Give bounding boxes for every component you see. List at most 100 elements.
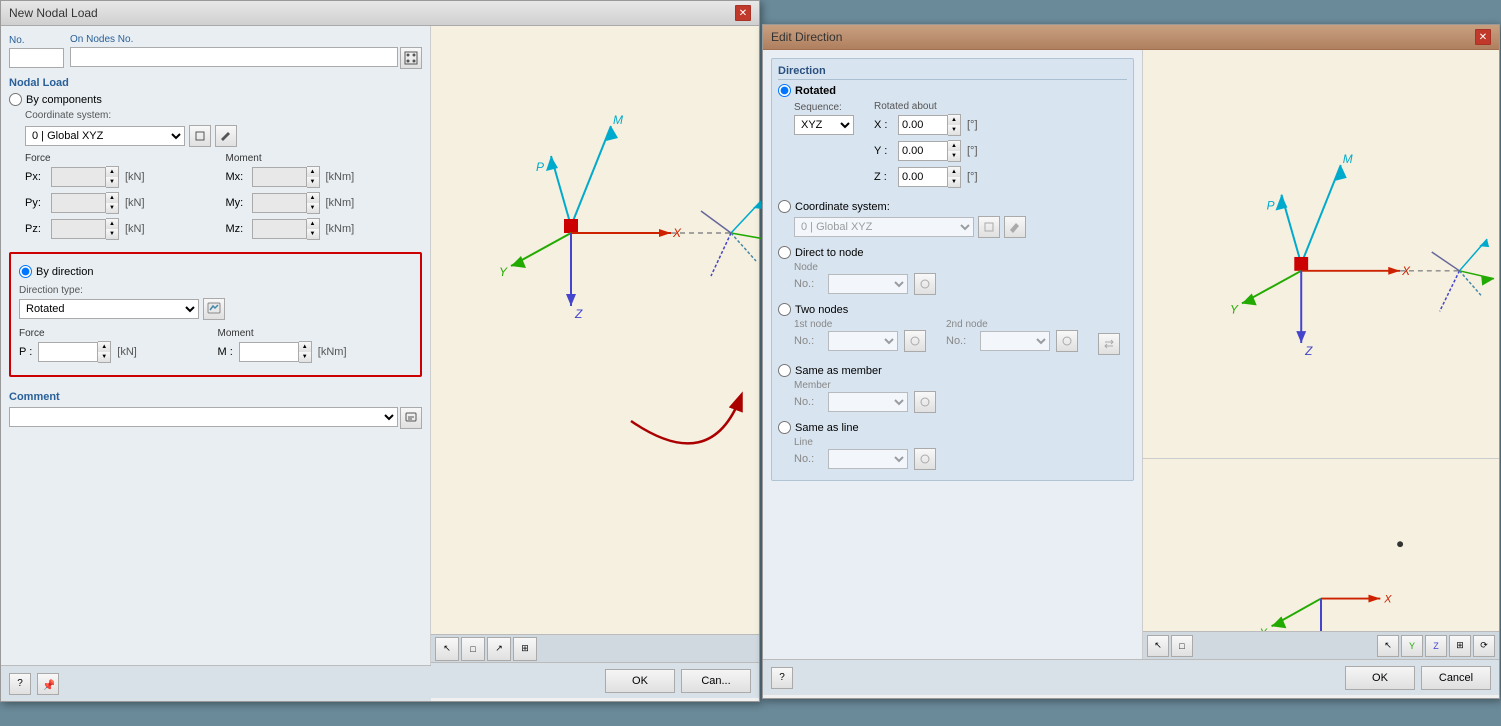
mz-down[interactable]: ▼ (307, 229, 319, 239)
dir-coord-copy-btn[interactable] (978, 216, 1000, 238)
no-input[interactable]: 8 (9, 48, 64, 68)
viz-tool-5[interactable]: ⟳ (1473, 635, 1495, 657)
px-label: Px: (25, 171, 45, 183)
x-rot-down[interactable]: ▼ (948, 125, 960, 135)
same-line-radio[interactable] (778, 421, 791, 434)
dir-coord-select[interactable]: 0 | Global XYZ (794, 217, 974, 237)
member-picker-btn[interactable] (914, 391, 936, 413)
viz-tool-3[interactable]: ↖ (1377, 635, 1399, 657)
member-no-select[interactable] (828, 392, 908, 412)
z-rot-input[interactable] (898, 167, 948, 187)
z-rot-up[interactable]: ▲ (948, 167, 960, 177)
y-rot-down[interactable]: ▼ (948, 151, 960, 161)
py-input[interactable] (51, 193, 106, 213)
comment-btn[interactable] (400, 407, 422, 429)
svg-text:X: X (1383, 594, 1392, 606)
dir-coord-edit-btn[interactable] (1004, 216, 1026, 238)
nodal-left-panel: No. 8 On Nodes No. Nodal Load B (1, 26, 431, 698)
mz-label: Mz: (226, 223, 246, 235)
first-node-select[interactable] (828, 331, 898, 351)
y-rot-up[interactable]: ▲ (948, 141, 960, 151)
mz-unit: [kNm] (326, 223, 355, 235)
node-no-select[interactable] (828, 274, 908, 294)
same-member-radio[interactable] (778, 364, 791, 377)
p-up[interactable]: ▲ (98, 342, 110, 352)
second-no-label: No.: (946, 335, 974, 347)
mx-up[interactable]: ▲ (307, 167, 319, 177)
viz-tool-1[interactable]: ↖ (1147, 635, 1169, 657)
z-rot-label: Z : (874, 171, 892, 183)
m-input[interactable]: 0.000 (239, 342, 299, 362)
x-rot-input[interactable] (898, 115, 948, 135)
canvas-tool-1[interactable]: ↖ (435, 637, 459, 661)
direction-type-edit-btn[interactable] (203, 298, 225, 320)
pin-btn-nodal[interactable]: 📌 (37, 673, 59, 695)
direction-section-title: Direction (778, 65, 1127, 80)
by-components-radio[interactable] (9, 93, 22, 106)
two-nodes-radio[interactable] (778, 303, 791, 316)
my-input[interactable] (252, 193, 307, 213)
mx-input[interactable] (252, 167, 307, 187)
viz-tool-4[interactable]: ⊞ (1449, 635, 1471, 657)
edit-dir-cancel-btn[interactable]: Cancel (1421, 666, 1491, 690)
rotated-radio[interactable] (778, 84, 791, 97)
two-nodes-label: Two nodes (795, 304, 848, 316)
pz-input[interactable] (51, 219, 106, 239)
m-up[interactable]: ▲ (299, 342, 311, 352)
help-btn-nodal[interactable]: ? (9, 673, 31, 695)
nodes-picker-btn[interactable] (400, 47, 422, 69)
p-down[interactable]: ▼ (98, 352, 110, 362)
px-input[interactable] (51, 167, 106, 187)
coord-copy-btn[interactable] (189, 125, 211, 147)
by-direction-radio[interactable] (19, 265, 32, 278)
z-rot-down[interactable]: ▼ (948, 177, 960, 187)
mx-unit: [kNm] (326, 171, 355, 183)
px-up[interactable]: ▲ (106, 167, 118, 177)
member-section-label: Member (794, 380, 1127, 391)
mx-down[interactable]: ▼ (307, 177, 319, 187)
direct-node-radio[interactable] (778, 246, 791, 259)
second-node-select[interactable] (980, 331, 1050, 351)
canvas-tool-2[interactable]: □ (461, 637, 485, 661)
coord-sys-radio[interactable] (778, 200, 791, 213)
m-down[interactable]: ▼ (299, 352, 311, 362)
px-down[interactable]: ▼ (106, 177, 118, 187)
comment-select[interactable] (9, 407, 398, 427)
sequence-select[interactable]: XYZ (794, 115, 854, 135)
my-label: My: (226, 197, 246, 209)
viz-tool-y[interactable]: Y (1401, 635, 1423, 657)
p-input[interactable]: 0.000 (38, 342, 98, 362)
coord-sys-select[interactable]: 0 | Global XYZ (25, 126, 185, 146)
pz-down[interactable]: ▼ (106, 229, 118, 239)
viz-tool-z[interactable]: Z (1425, 635, 1447, 657)
swap-nodes-btn[interactable] (1098, 333, 1120, 355)
direction-type-select[interactable]: Rotated (19, 299, 199, 319)
edit-dir-help-btn[interactable]: ? (771, 667, 793, 689)
nodal-cancel-btn[interactable]: Can... (681, 669, 751, 693)
mz-up[interactable]: ▲ (307, 219, 319, 229)
py-down[interactable]: ▼ (106, 203, 118, 213)
first-node-btn[interactable] (904, 330, 926, 352)
edit-dir-ok-btn[interactable]: OK (1345, 666, 1415, 690)
my-down[interactable]: ▼ (307, 203, 319, 213)
line-no-select[interactable] (828, 449, 908, 469)
x-rot-up[interactable]: ▲ (948, 115, 960, 125)
viz-tool-2[interactable]: □ (1171, 635, 1193, 657)
nodal-close-button[interactable]: ✕ (735, 5, 751, 21)
mz-input[interactable] (252, 219, 307, 239)
canvas-tool-3[interactable]: ↗ (487, 637, 511, 661)
my-up[interactable]: ▲ (307, 193, 319, 203)
edit-dir-close-btn[interactable]: ✕ (1475, 29, 1491, 45)
coord-edit-btn[interactable] (215, 125, 237, 147)
comment-label: Comment (9, 391, 422, 403)
on-nodes-input[interactable] (70, 47, 398, 67)
py-label: Py: (25, 197, 45, 209)
line-picker-btn[interactable] (914, 448, 936, 470)
pz-up[interactable]: ▲ (106, 219, 118, 229)
nodal-ok-btn[interactable]: OK (605, 669, 675, 693)
py-up[interactable]: ▲ (106, 193, 118, 203)
y-rot-input[interactable] (898, 141, 948, 161)
canvas-tool-4[interactable]: ⊞ (513, 637, 537, 661)
second-node-btn[interactable] (1056, 330, 1078, 352)
node-picker-btn[interactable] (914, 273, 936, 295)
